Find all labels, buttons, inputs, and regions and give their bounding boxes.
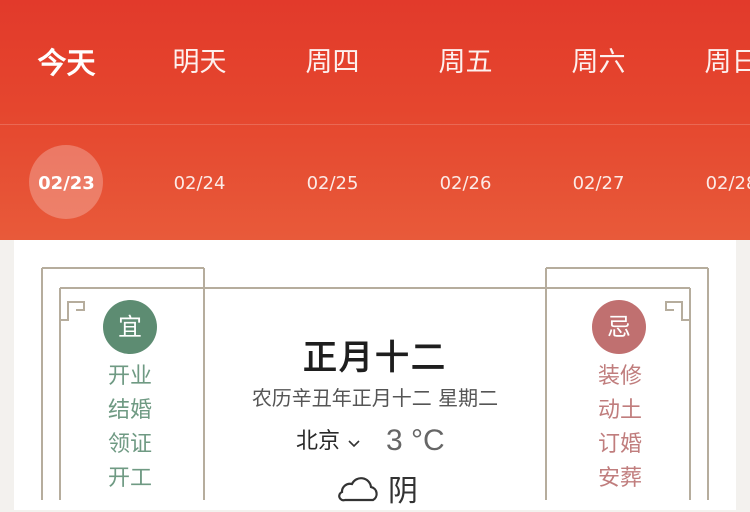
- yi-list: 开业 结婚 领证 开工: [90, 360, 170, 496]
- list-item: 结婚: [107, 398, 152, 423]
- list-item: 领证: [107, 432, 152, 457]
- cloud-icon: [338, 477, 378, 502]
- ji-list: 装修 动土 订婚 安葬: [580, 360, 660, 496]
- city-label: 北京: [296, 429, 341, 454]
- list-item: 订婚: [597, 432, 642, 457]
- lunar-date-title: 正月十二: [303, 338, 447, 378]
- list-item: 开工: [107, 466, 152, 491]
- weather-condition: 阴: [388, 474, 418, 509]
- list-item: 安葬: [597, 466, 642, 491]
- ji-badge: 忌: [592, 300, 646, 354]
- city-selector[interactable]: 北京: [296, 422, 361, 462]
- temperature: 3 °C: [386, 424, 445, 457]
- yi-badge: 宜: [103, 300, 157, 354]
- list-item: 开业: [107, 364, 152, 389]
- list-item: 动土: [597, 398, 642, 423]
- chevron-down-icon: [348, 439, 360, 447]
- lunar-date-subtitle: 农历辛丑年正月十二 星期二: [251, 386, 499, 410]
- list-item: 装修: [597, 364, 642, 389]
